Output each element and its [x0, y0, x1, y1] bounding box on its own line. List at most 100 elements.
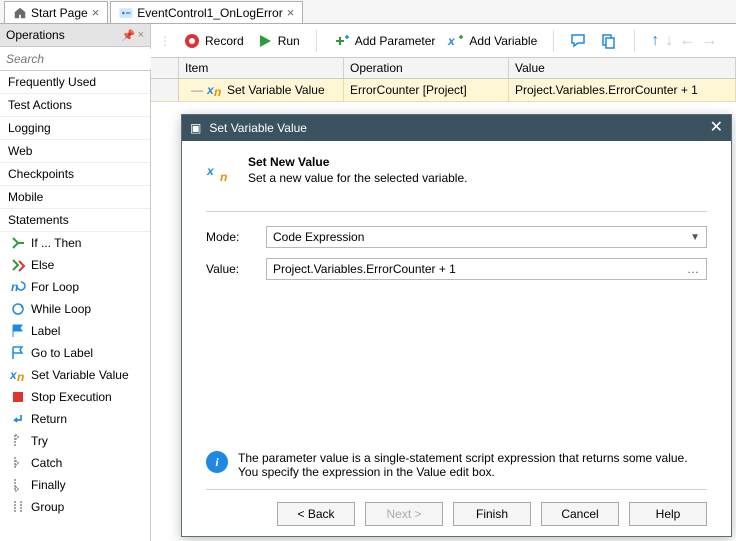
comment-button[interactable] [570, 32, 588, 50]
mode-label: Mode: [206, 230, 266, 244]
run-icon [256, 32, 274, 50]
cat-statements[interactable]: Statements [0, 209, 150, 232]
close-panel-icon[interactable]: × [138, 29, 144, 42]
col-operation[interactable]: Operation [344, 58, 509, 78]
stmt-stop-execution[interactable]: Stop Execution [0, 386, 150, 408]
tab-label: EventControl1_OnLogError [137, 6, 282, 20]
goto-flag-icon [10, 345, 26, 361]
dialog-buttons: < Back Next > Finish Cancel Help [206, 489, 707, 526]
svg-text:x: x [206, 164, 215, 178]
copy-button[interactable] [600, 32, 618, 50]
stmt-while-loop[interactable]: While Loop [0, 298, 150, 320]
arrow-group: ↑ ↓ ← → [651, 32, 717, 50]
group-icon [10, 499, 26, 515]
tb-label: Add Parameter [355, 34, 436, 48]
search-box: 🔍 [0, 47, 150, 71]
pin-icon[interactable]: 📌 [122, 29, 136, 42]
cat-mobile[interactable]: Mobile [0, 186, 150, 209]
stmt-label: Finally [31, 478, 66, 492]
stmt-finally[interactable]: Finally [0, 474, 150, 496]
next-button: Next > [365, 502, 443, 526]
help-button[interactable]: Help [629, 502, 707, 526]
stmt-label: If ... Then [31, 236, 81, 250]
svg-text:x: x [447, 34, 456, 48]
stmt-label: Else [31, 258, 54, 272]
stop-icon [10, 389, 26, 405]
record-icon [183, 32, 201, 50]
stmt-label: While Loop [31, 302, 91, 316]
run-button[interactable]: Run [256, 32, 300, 50]
cat-test-actions[interactable]: Test Actions [0, 94, 150, 117]
stmt-if-then[interactable]: If ... Then [0, 232, 150, 254]
dialog-close-button[interactable]: ✕ [710, 120, 723, 136]
finally-icon [10, 477, 26, 493]
add-parameter-button[interactable]: Add Parameter [333, 32, 436, 50]
document-tabs: Start Page × EventControl1_OnLogError × [0, 0, 736, 24]
cell-operation: ErrorCounter [Project] [350, 83, 467, 97]
for-loop-icon: n [10, 279, 26, 295]
add-parameter-icon [333, 32, 351, 50]
cat-frequently-used[interactable]: Frequently Used [0, 71, 150, 94]
cat-logging[interactable]: Logging [0, 117, 150, 140]
comment-icon [570, 32, 588, 50]
info-text: The parameter value is a single-statemen… [238, 451, 707, 479]
close-icon[interactable]: × [92, 6, 100, 19]
variable-icon: xn [207, 82, 223, 98]
stmt-try[interactable]: Try [0, 430, 150, 452]
finish-button[interactable]: Finish [453, 502, 531, 526]
cat-checkpoints[interactable]: Checkpoints [0, 163, 150, 186]
move-down-button[interactable]: ↓ [665, 32, 673, 50]
col-value[interactable]: Value [509, 58, 736, 78]
stmt-label[interactable]: Label [0, 320, 150, 342]
hero-title: Set New Value [248, 155, 467, 169]
dialog-hero: xn Set New Value Set a new value for the… [206, 155, 707, 185]
close-icon[interactable]: × [287, 6, 295, 19]
outdent-button[interactable]: ← [679, 32, 695, 50]
while-loop-icon [10, 301, 26, 317]
tb-label: Run [278, 34, 300, 48]
grid-header: Item Operation Value [151, 58, 736, 79]
svg-text:n: n [214, 85, 221, 98]
tab-start-page[interactable]: Start Page × [4, 1, 108, 23]
cat-web[interactable]: Web [0, 140, 150, 163]
stmt-label: Stop Execution [31, 390, 112, 404]
indent-button[interactable]: → [701, 32, 717, 50]
stmt-catch[interactable]: Catch [0, 452, 150, 474]
add-variable-icon: x [447, 32, 465, 50]
record-button[interactable]: Record [183, 32, 244, 50]
stmt-group[interactable]: Group [0, 496, 150, 518]
try-icon [10, 433, 26, 449]
operations-header: Operations 📌 × [0, 24, 150, 47]
stmt-return[interactable]: Return [0, 408, 150, 430]
dialog-titlebar: ▣ Set Variable Value ✕ [182, 115, 731, 141]
move-up-button[interactable]: ↑ [651, 32, 659, 50]
mode-dropdown[interactable]: Code Expression ▼ [266, 226, 707, 248]
stmt-else[interactable]: Else [0, 254, 150, 276]
tab-event-handler[interactable]: EventControl1_OnLogError × [110, 1, 303, 23]
operations-panel: Operations 📌 × 🔍 Frequently Used Test Ac… [0, 24, 151, 541]
operations-title: Operations [6, 28, 65, 42]
stmt-go-to-label[interactable]: Go to Label [0, 342, 150, 364]
col-item[interactable]: Item [179, 58, 344, 78]
set-variable-dialog: ▣ Set Variable Value ✕ xn Set New Value … [181, 114, 732, 537]
ellipsis-button[interactable]: … [687, 262, 700, 276]
stmt-for-loop[interactable]: n For Loop [0, 276, 150, 298]
grid-row[interactable]: — xn Set Variable Value ErrorCounter [Pr… [151, 79, 736, 102]
catch-icon [10, 455, 26, 471]
cancel-button[interactable]: Cancel [541, 502, 619, 526]
stmt-set-variable[interactable]: xn Set Variable Value [0, 364, 150, 386]
if-icon [10, 235, 26, 251]
add-variable-button[interactable]: x Add Variable [447, 32, 537, 50]
tb-label: Add Variable [469, 34, 537, 48]
variable-icon: xn [10, 367, 26, 383]
cell-item: Set Variable Value [227, 83, 325, 97]
back-button[interactable]: < Back [277, 502, 355, 526]
value-input[interactable]: Project.Variables.ErrorCounter + 1 … [266, 258, 707, 280]
cell-value: Project.Variables.ErrorCounter + 1 [515, 83, 698, 97]
copy-icon [600, 32, 618, 50]
search-input[interactable] [0, 49, 169, 69]
else-icon [10, 257, 26, 273]
return-icon [10, 411, 26, 427]
stmt-label: Return [31, 412, 67, 426]
value-text: Project.Variables.ErrorCounter + 1 [273, 262, 456, 276]
